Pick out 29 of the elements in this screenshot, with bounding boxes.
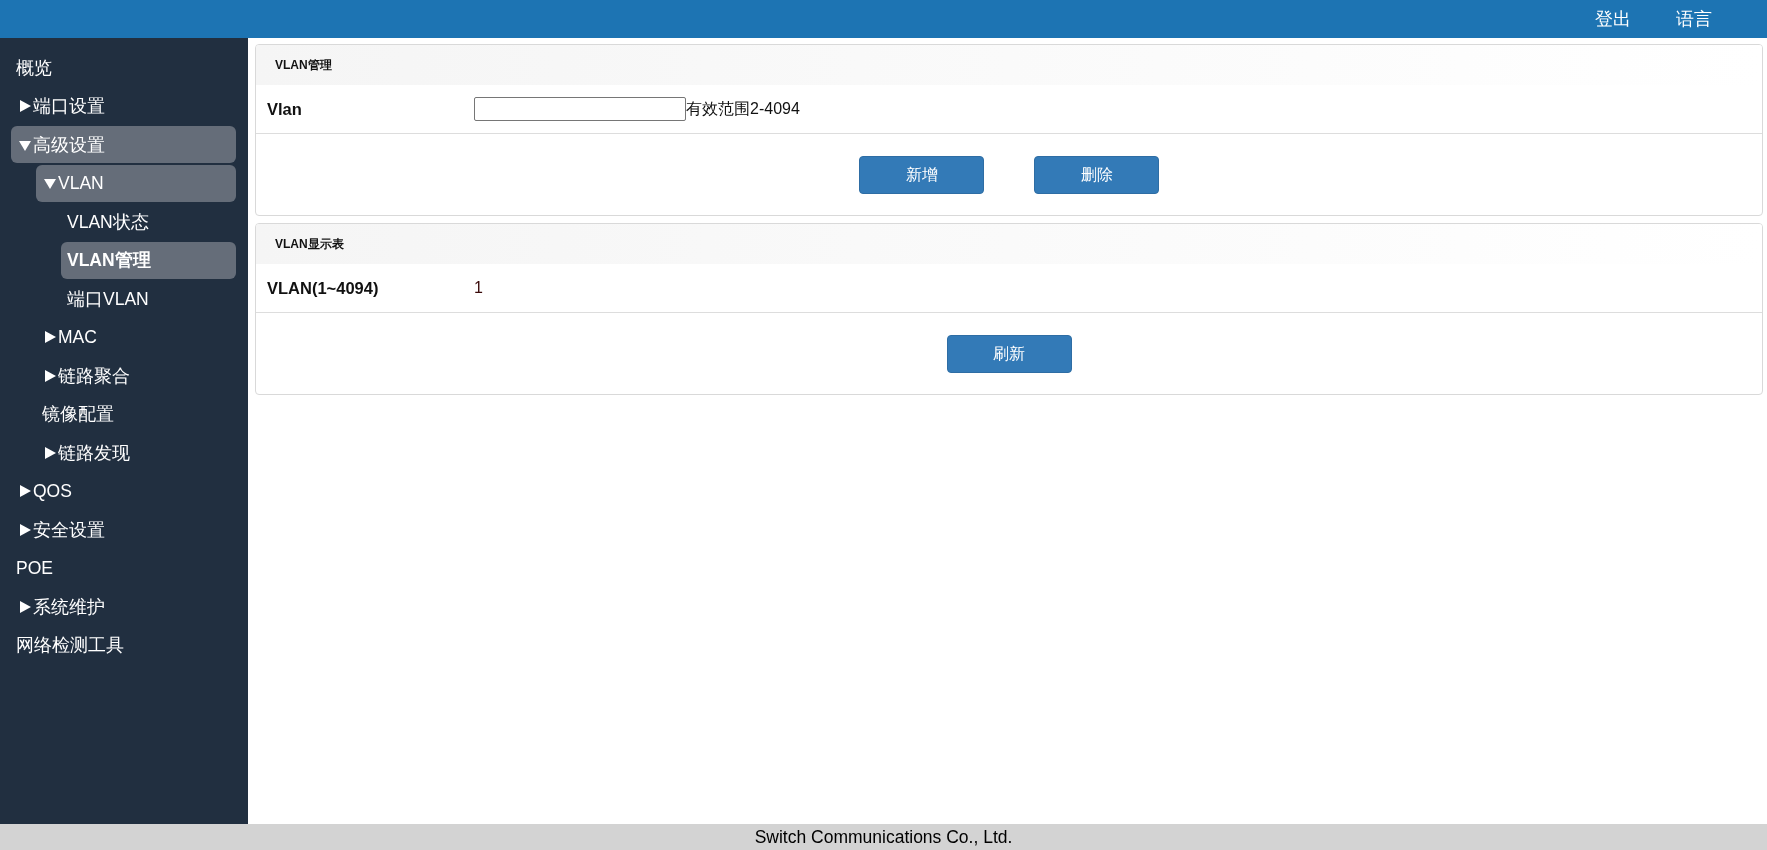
sidebar-item[interactable]: 系统维护 xyxy=(11,588,236,625)
sidebar-item[interactable]: 高级设置 xyxy=(11,126,236,163)
sidebar-item[interactable]: 端口VLAN xyxy=(61,280,236,317)
vlan-input-field[interactable] xyxy=(474,97,686,121)
top-link[interactable]: 登出 xyxy=(1595,7,1631,31)
sidebar-item[interactable]: VLAN状态 xyxy=(61,203,236,240)
field-label: VLAN(1~4094) xyxy=(267,278,380,298)
panel-title: VLAN显示表 xyxy=(275,235,344,253)
sidebar-item[interactable]: 端口设置 xyxy=(11,87,236,125)
sidebar-item[interactable]: 链路发现 xyxy=(36,434,236,471)
range-hint: 有效范围2-4094 xyxy=(686,98,800,119)
sidebar-item[interactable]: 概览 xyxy=(11,49,236,86)
action-button[interactable]: 新增 xyxy=(859,156,984,194)
top-link[interactable]: 语言 xyxy=(1676,7,1712,31)
sidebar-item[interactable]: VLAN xyxy=(36,164,236,202)
footer-text: Switch Communications Co., Ltd. xyxy=(754,826,1013,848)
sidebar-item[interactable]: 镜像配置 xyxy=(36,395,236,433)
sidebar-item[interactable]: 安全设置 xyxy=(11,511,236,548)
action-button[interactable]: 删除 xyxy=(1034,156,1159,194)
panel-title: VLAN管理 xyxy=(275,56,332,74)
sidebar-item[interactable]: 网络检测工具 xyxy=(11,626,236,664)
sidebar-item[interactable]: QOS xyxy=(11,472,236,510)
field-value: 1 xyxy=(474,279,483,297)
sidebar-item[interactable]: VLAN管理 xyxy=(61,241,236,279)
field-label: Vlan xyxy=(267,99,303,119)
sidebar-item[interactable]: MAC xyxy=(36,318,236,356)
action-button[interactable]: 刷新 xyxy=(946,335,1072,373)
sidebar-item[interactable]: 链路聚合 xyxy=(36,357,236,394)
sidebar-item[interactable]: POE xyxy=(11,549,236,587)
